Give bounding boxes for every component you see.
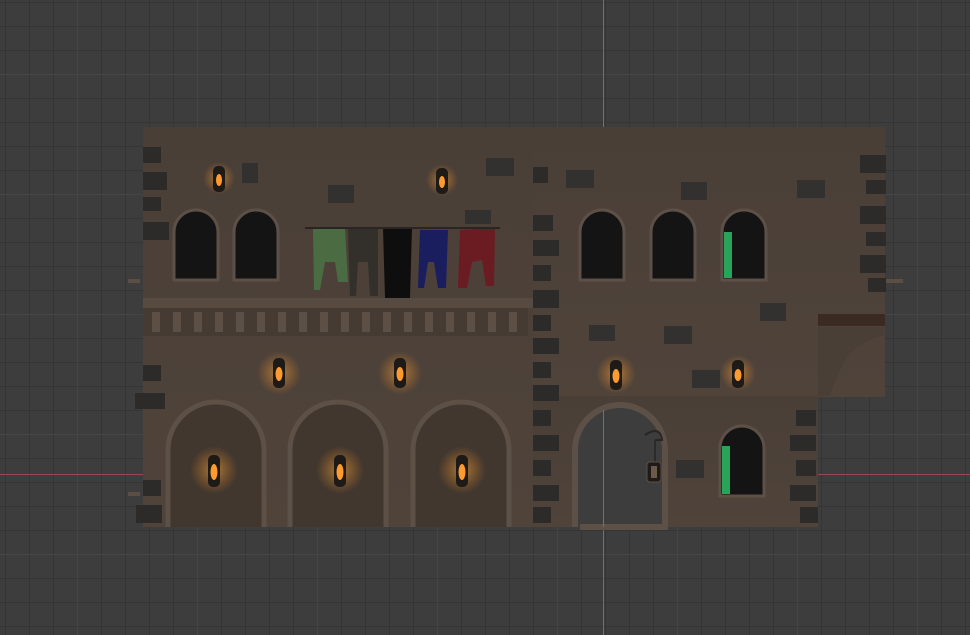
lit-window-lower (722, 446, 730, 494)
ledge-stub-left (128, 279, 140, 283)
balcony-ledge (143, 298, 533, 308)
ledge-stub-left-low (128, 492, 140, 496)
lit-window-upper (724, 232, 732, 278)
3d-viewport[interactable] (0, 0, 970, 635)
ledge-stub-right (885, 279, 903, 283)
corbel-beam (818, 314, 885, 326)
axis-through-gate (603, 410, 604, 527)
building-model[interactable] (0, 0, 970, 635)
